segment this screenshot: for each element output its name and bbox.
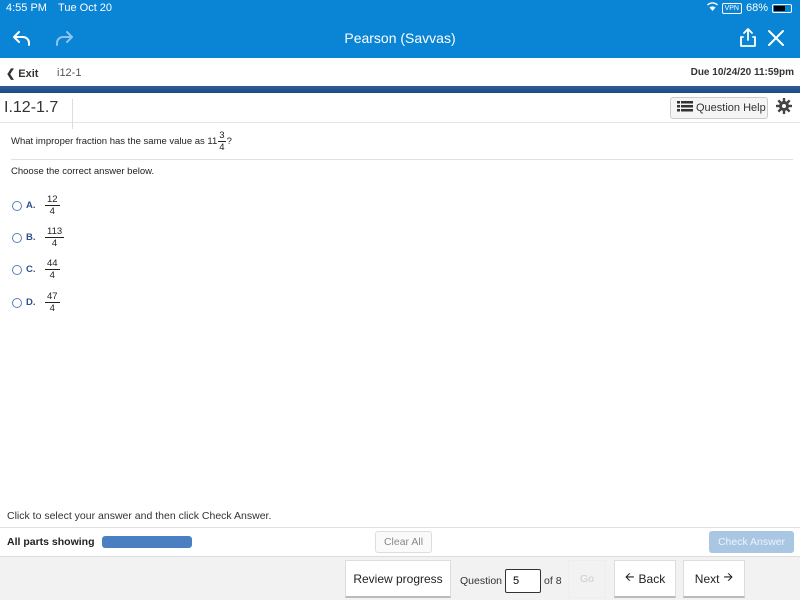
header-divider — [0, 86, 800, 93]
fraction-denominator: 4 — [219, 142, 225, 153]
gear-icon[interactable] — [776, 98, 792, 114]
app-header: Pearson (Savvas) — [0, 18, 800, 58]
answer-option-d[interactable]: D. 47 4 — [12, 291, 61, 314]
fraction-denominator: 4 — [51, 238, 58, 249]
option-fraction: 12 4 — [45, 194, 60, 217]
option-label: B. — [26, 232, 36, 243]
question-total: of 8 — [544, 575, 562, 587]
question-help-label: Question Help — [696, 102, 766, 114]
exit-label: Exit — [18, 68, 39, 80]
share-icon[interactable] — [736, 26, 760, 50]
battery-icon — [772, 3, 792, 13]
question-prefix: What improper fraction has the same valu… — [11, 136, 218, 147]
mixed-fraction: 3 4 — [218, 130, 226, 153]
clear-all-button[interactable]: Clear All — [375, 531, 432, 553]
radio-button[interactable] — [12, 232, 22, 243]
answer-instruction: Choose the correct answer below. — [11, 166, 155, 177]
back-label: Back — [638, 571, 666, 586]
status-time: 4:55 PM — [6, 2, 47, 14]
wifi-icon — [706, 2, 718, 14]
divider — [11, 159, 793, 160]
question-suffix: ? — [226, 136, 232, 147]
question-help-button[interactable]: Question Help — [670, 97, 768, 119]
status-date: Tue Oct 20 — [58, 2, 113, 14]
check-answer-button[interactable]: Check Answer — [709, 531, 794, 553]
close-icon[interactable] — [764, 26, 788, 50]
option-label: A. — [26, 200, 36, 211]
list-icon — [677, 101, 693, 115]
answer-option-b[interactable]: B. 113 4 — [12, 226, 65, 249]
fraction-numerator: 3 — [218, 130, 226, 142]
fraction-denominator: 4 — [49, 303, 55, 314]
next-label: Next — [694, 571, 720, 586]
radio-button[interactable] — [12, 200, 22, 211]
go-button[interactable]: Go — [568, 560, 606, 598]
option-label: D. — [26, 297, 36, 308]
status-bar: 4:55 PM Tue Oct 20 VPN 68% — [0, 0, 800, 18]
question-label: Question — [460, 575, 503, 587]
fraction-numerator: 113 — [45, 226, 65, 238]
assignment-name: i12-1 — [57, 67, 82, 79]
question-text: What improper fraction has the same valu… — [11, 130, 232, 153]
exit-button[interactable]: ❮ Exit — [6, 67, 38, 80]
arrow-left-icon: 🡨 — [624, 570, 635, 584]
question-id: I.12-1.7 — [4, 99, 74, 129]
question-navigator: Question of 8 — [460, 569, 562, 593]
answer-option-a[interactable]: A. 12 4 — [12, 194, 61, 217]
answer-option-c[interactable]: C. 44 4 — [12, 258, 61, 281]
progress-fill — [102, 536, 192, 548]
option-fraction: 44 4 — [45, 258, 60, 281]
fraction-numerator: 44 — [45, 258, 60, 270]
review-progress-button[interactable]: Review progress — [345, 560, 451, 598]
chevron-left-icon: ❮ — [6, 68, 16, 80]
next-button[interactable]: Next 🡪 — [683, 560, 745, 598]
assignment-bar: ❮ Exit i12-1 Due 10/24/20 11:59pm — [0, 58, 800, 86]
radio-button[interactable] — [12, 264, 22, 275]
question-number-input[interactable] — [505, 569, 542, 593]
app-title: Pearson (Savvas) — [344, 30, 456, 46]
battery-percent: 68% — [745, 2, 768, 14]
parts-label: All parts showing — [7, 536, 95, 548]
divider — [0, 527, 800, 528]
back-button[interactable]: 🡨 Back — [614, 560, 676, 598]
option-fraction: 47 4 — [45, 291, 60, 314]
parts-progress-bar — [102, 536, 192, 548]
option-label: C. — [26, 264, 36, 275]
vpn-badge: VPN — [721, 2, 742, 14]
fraction-denominator: 4 — [49, 270, 55, 281]
option-fraction: 113 4 — [45, 226, 65, 249]
radio-button[interactable] — [12, 297, 22, 308]
bottom-instruction: Click to select your answer and then cli… — [7, 510, 272, 522]
fraction-numerator: 12 — [45, 194, 60, 206]
fraction-denominator: 4 — [49, 206, 55, 217]
footer-nav: Review progress Question of 8 Go 🡨Back N… — [0, 556, 800, 600]
due-date: Due 10/24/20 11:59pm — [690, 67, 794, 78]
question-header: I.12-1.7 Question Help — [0, 93, 800, 129]
fraction-numerator: 47 — [45, 291, 60, 303]
arrow-right-icon: 🡪 — [723, 570, 734, 584]
